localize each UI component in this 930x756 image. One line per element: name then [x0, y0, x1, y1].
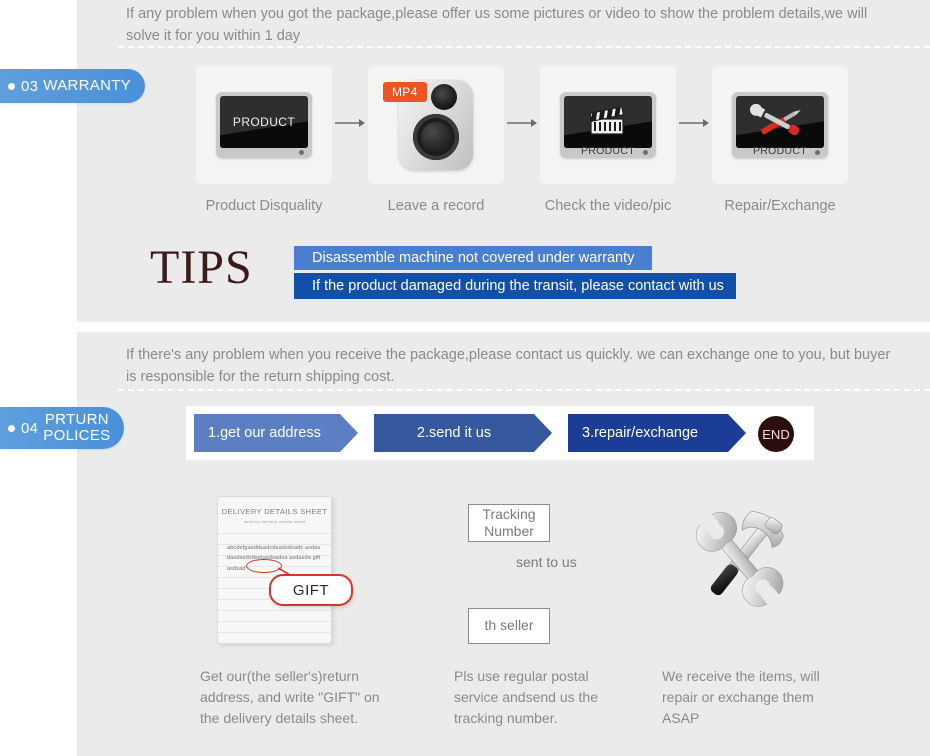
flow-step-2: 2.send it us — [374, 414, 552, 452]
delivery-details-sheet-icon: DELIVERY DETAILS SHEET delivery delivery… — [217, 496, 367, 652]
step-arrow-3-icon — [676, 118, 712, 128]
camera-main-lens-icon — [413, 114, 459, 160]
warranty-step-4: PRODUCT Repair/Exchange — [712, 66, 848, 214]
return-badge-number: 04 — [21, 419, 39, 437]
return-flow-steps: 1.get our address 2.send it us 3.repair/… — [194, 414, 746, 452]
bullet-dot-icon — [8, 424, 15, 432]
bullet-dot-icon — [8, 82, 15, 90]
warranty-step-2: MP4 Leave a record — [368, 66, 504, 214]
warranty-step-1: PRODUCT Product Disquality — [196, 66, 332, 214]
tips-bar-2: If the product damaged during the transi… — [294, 273, 736, 299]
camera-icon: MP4 — [383, 80, 473, 170]
flow-step-3: 3.repair/exchange — [568, 414, 746, 452]
return-column-1: DELIVERY DETAILS SHEET delivery delivery… — [186, 496, 398, 729]
monitor-screen-label: PRODUCT — [580, 145, 635, 157]
monitor-screen-label: PRODUCT — [752, 145, 807, 157]
monitor-screen-label: PRODUCT — [232, 115, 296, 129]
infographic-page: If any problem when you got the package,… — [0, 0, 930, 756]
warranty-step-3: PRODUCT Check the video/pic — [540, 66, 676, 214]
return-column-1-caption: Get our(the seller's)return address, and… — [200, 668, 380, 726]
hammer-wrench-icon — [695, 510, 784, 607]
clapperboard-monitor-icon: PRODUCT — [560, 92, 656, 158]
step-card: PRODUCT — [712, 66, 848, 184]
return-column-3: We receive the items, will repair or exc… — [640, 496, 840, 729]
return-column-3-caption: We receive the items, will repair or exc… — [662, 668, 820, 726]
warranty-steps: PRODUCT Product Disquality MP4 Leave a r… — [196, 66, 896, 214]
clapperboard-icon — [589, 106, 624, 135]
screwdriver-wrench-icon — [750, 104, 801, 136]
tracking-arrow-label: sent to us — [516, 554, 577, 570]
return-badge: 04 PRTURN POLICES — [0, 407, 125, 449]
warranty-badge-number: 03 — [21, 77, 39, 95]
flow-end-badge: END — [758, 416, 794, 452]
tracking-number-box: Tracking Number — [468, 504, 550, 542]
step-card: PRODUCT — [196, 66, 332, 184]
step-arrow-1-icon — [332, 118, 368, 128]
column-art: DELIVERY DETAILS SHEET delivery delivery… — [186, 496, 398, 652]
return-badge-title-line2: POLICES — [43, 427, 111, 444]
return-intro-text: If there's any problem when you receive … — [126, 347, 891, 386]
warranty-step-3-label: Check the video/pic — [544, 198, 672, 214]
tips-heading: TIPS — [150, 241, 253, 294]
return-badge-title-line1: PRTURN — [44, 411, 109, 429]
return-column-2: Tracking Number sent to us th seller Pls… — [440, 496, 620, 729]
monitor-led-icon — [815, 150, 820, 155]
delivery-sheet-paper: DELIVERY DETAILS SHEET delivery delivery… — [217, 496, 332, 644]
warranty-step-1-label: Product Disquality — [205, 198, 323, 214]
column-art: Tracking Number sent to us th seller — [440, 496, 620, 652]
column-art — [640, 496, 840, 652]
tracking-flow-icon: Tracking Number sent to us th seller — [440, 496, 620, 652]
return-flow-container: 1.get our address 2.send it us 3.repair/… — [186, 406, 814, 460]
monitor-screen: PRODUCT — [220, 96, 308, 148]
warranty-badge: 03 WARRANTY — [0, 69, 145, 103]
warranty-badge-title: WARRANTY — [43, 77, 131, 95]
return-divider — [118, 389, 930, 391]
monitor-icon: PRODUCT — [216, 92, 312, 158]
tools-monitor-icon: PRODUCT — [732, 92, 828, 158]
monitor-screen — [736, 96, 824, 148]
tips-bar-1: Disassemble machine not covered under wa… — [294, 246, 652, 270]
sheet-title: DELIVERY DETAILS SHEET — [221, 507, 328, 516]
step-card: MP4 — [368, 66, 504, 184]
camera-small-lens-icon — [431, 84, 457, 110]
return-badge-title: PRTURN POLICES — [43, 412, 110, 444]
sheet-highlight-circle-icon — [246, 559, 282, 573]
mp4-tag: MP4 — [383, 82, 427, 102]
monitor-led-icon — [643, 150, 648, 155]
step-card: PRODUCT — [540, 66, 676, 184]
warranty-step-2-label: Leave a record — [387, 198, 485, 214]
flow-step-1: 1.get our address — [194, 414, 358, 452]
step-arrow-2-icon — [504, 118, 540, 128]
warranty-step-4-label: Repair/Exchange — [724, 198, 836, 214]
seller-box: th seller — [468, 608, 550, 644]
return-column-2-caption: Pls use regular postal service andsend u… — [454, 668, 598, 726]
gift-callout-bubble: GIFT — [269, 574, 353, 606]
monitor-screen — [564, 96, 652, 148]
tracking-arrow-icon — [504, 542, 514, 608]
monitor-led-icon — [299, 150, 304, 155]
warranty-intro-text: If any problem when you got the package,… — [126, 6, 868, 45]
